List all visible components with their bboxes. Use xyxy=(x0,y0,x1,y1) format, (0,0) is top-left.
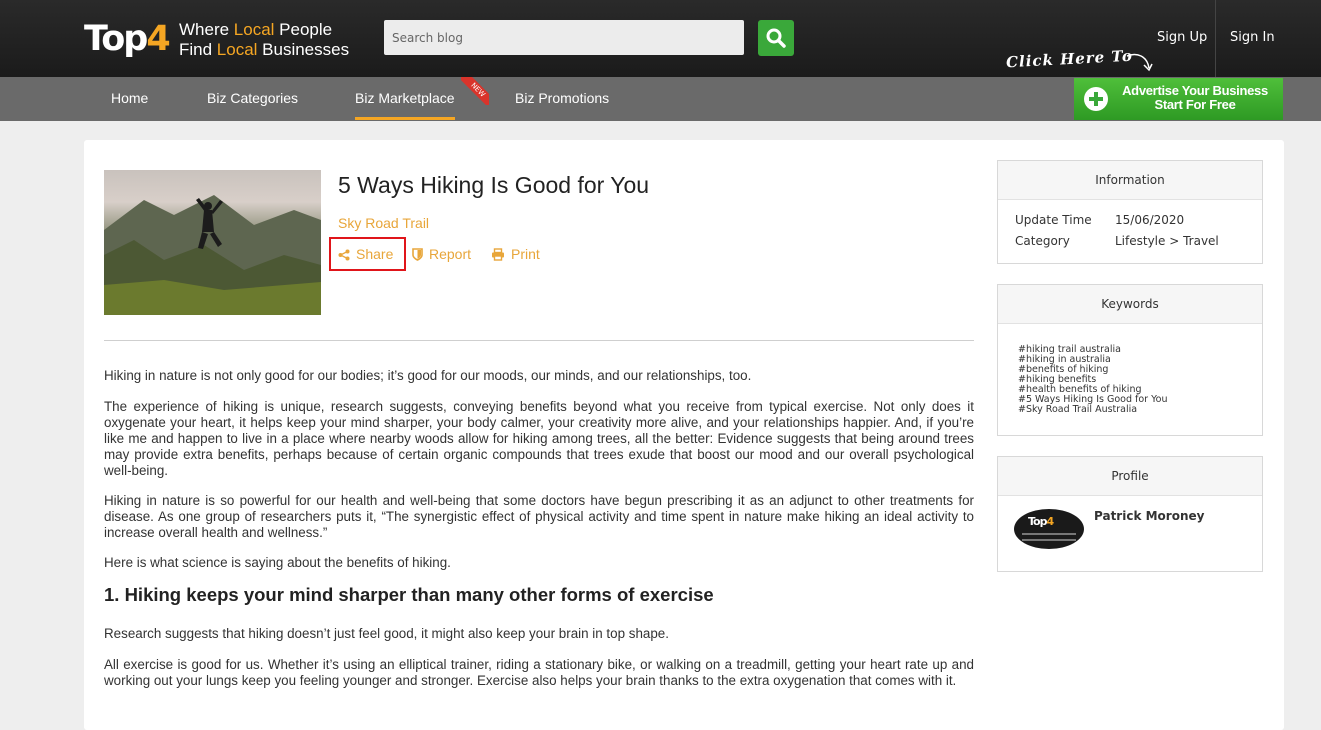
update-time-label: Update Time xyxy=(1015,213,1092,227)
article-paragraph: The experience of hiking is unique, rese… xyxy=(104,399,974,478)
advertise-button[interactable]: Advertise Your Business Start For Free xyxy=(1074,78,1283,120)
update-time-value: 15/06/2020 xyxy=(1115,213,1185,227)
nav-biz-promotions[interactable]: Biz Promotions xyxy=(515,77,609,117)
information-title: Information xyxy=(998,161,1262,200)
new-badge: NEW xyxy=(461,77,489,105)
search-button[interactable] xyxy=(758,20,794,56)
article-title: 5 Ways Hiking Is Good for You xyxy=(338,172,650,198)
profile-name[interactable]: Patrick Moroney xyxy=(1094,509,1204,523)
keywords-panel: Keywords #hiking trail australia #hiking… xyxy=(997,284,1263,436)
article-hero-image xyxy=(104,170,321,315)
advertise-line-2: Start For Free xyxy=(1154,97,1236,112)
profile-panel: Profile Top4 Patrick Moroney xyxy=(997,456,1263,572)
article-paragraph: All exercise is good for us. Whether it’… xyxy=(104,657,974,688)
avatar[interactable]: Top4 xyxy=(1014,509,1084,549)
plus-icon xyxy=(1084,87,1108,111)
nav-biz-marketplace[interactable]: Biz Marketplace xyxy=(355,77,455,120)
article-paragraph: Hiking in nature is not only good for ou… xyxy=(104,368,752,383)
category-label: Category xyxy=(1015,234,1070,248)
nav-home[interactable]: Home xyxy=(111,77,148,117)
search-input[interactable] xyxy=(384,20,744,55)
category-value[interactable]: Lifestyle > Travel xyxy=(1115,234,1219,248)
search-icon xyxy=(766,28,786,48)
site-logo[interactable]: Top4 xyxy=(84,17,172,61)
author-link[interactable]: Sky Road Trail xyxy=(338,215,429,231)
keywords-title: Keywords xyxy=(998,285,1262,324)
print-button[interactable]: Print xyxy=(491,245,540,265)
header-divider xyxy=(1215,0,1216,77)
nav-biz-categories[interactable]: Biz Categories xyxy=(207,77,298,117)
keyword-list: #hiking trail australia #hiking in austr… xyxy=(1018,345,1167,415)
sign-up-link[interactable]: Sign Up xyxy=(1157,30,1207,45)
information-panel: Information Update Time 15/06/2020 Categ… xyxy=(997,160,1263,264)
section-heading: 1. Hiking keeps your mind sharper than m… xyxy=(104,584,714,605)
share-icon xyxy=(338,249,350,261)
arrow-icon xyxy=(1126,53,1153,72)
report-button[interactable]: Report xyxy=(412,245,471,265)
profile-title: Profile xyxy=(998,457,1262,496)
report-icon xyxy=(412,248,423,261)
article-paragraph: Here is what science is saying about the… xyxy=(104,555,451,570)
share-button[interactable]: Share xyxy=(338,245,393,265)
click-here-text: Click Here To xyxy=(1005,46,1134,72)
sign-in-link[interactable]: Sign In xyxy=(1230,30,1275,45)
tagline: Where Local People Find Local Businesses xyxy=(179,20,350,59)
advertise-line-1: Advertise Your Business xyxy=(1122,83,1268,98)
keyword-link[interactable]: #Sky Road Trail Australia xyxy=(1018,405,1167,415)
article-paragraph: Research suggests that hiking doesn’t ju… xyxy=(104,626,669,641)
article-paragraph: Hiking in nature is so powerful for our … xyxy=(104,493,974,540)
top-header: Top4 Where Local People Find Local Busin… xyxy=(0,0,1321,77)
article-divider xyxy=(104,340,974,341)
print-icon xyxy=(492,248,504,261)
